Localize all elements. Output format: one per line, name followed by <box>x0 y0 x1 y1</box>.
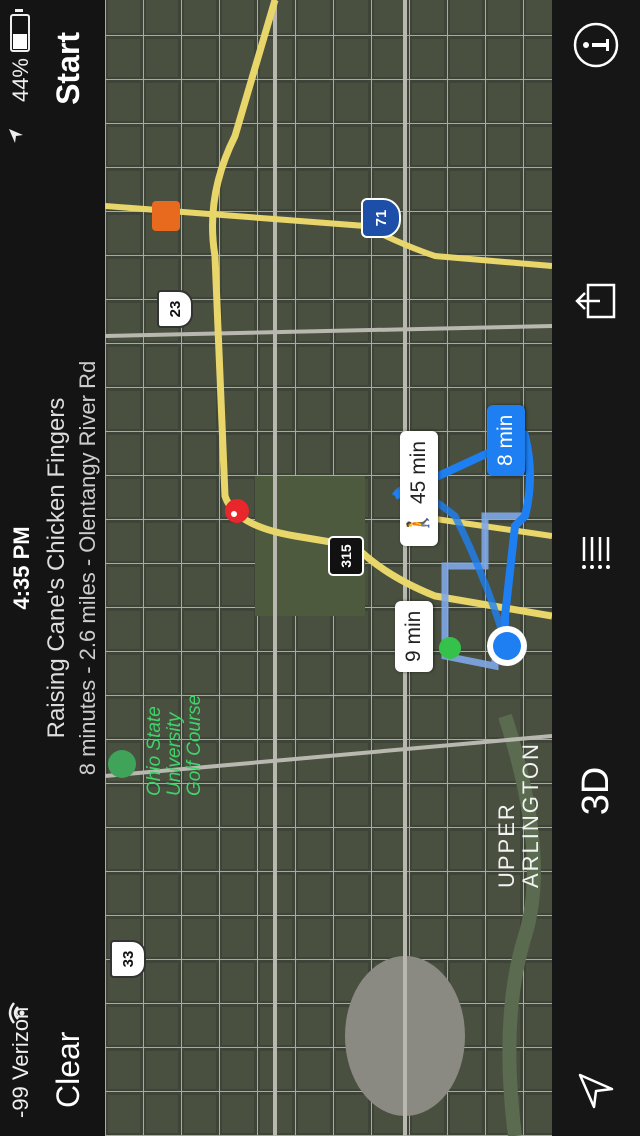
start-pin[interactable] <box>439 637 461 659</box>
i-71-shield: 71 <box>361 198 401 238</box>
map-view[interactable]: 33 23 315 71 Ohio State University Golf … <box>105 0 552 1136</box>
info-icon[interactable] <box>552 10 640 80</box>
shopping-icon <box>152 201 180 231</box>
destination-name: Raising Cane's Chicken Fingers <box>43 397 70 739</box>
destination-pin[interactable] <box>225 499 249 523</box>
golf-course-label-line3: Golf Course <box>184 694 205 796</box>
golf-course-label-line2: University <box>164 712 185 796</box>
landscape-view: -99 Verizon 4:35 PM 44% Clear Raising Ca… <box>0 0 640 1136</box>
neighborhood-label-line2: ARLINGTON <box>518 742 543 888</box>
primary-route-callout[interactable]: 8 min <box>487 404 525 476</box>
battery-tip <box>15 9 23 12</box>
list-icon[interactable] <box>552 516 640 586</box>
alt-route-callout[interactable]: 9 min <box>395 600 433 672</box>
screen: -99 Verizon 4:35 PM 44% Clear Raising Ca… <box>0 0 640 1136</box>
neighborhood-label: UPPER ARLINGTON <box>494 742 543 888</box>
location-arrow-icon[interactable] <box>552 1056 640 1126</box>
status-time: 4:35 PM <box>9 526 34 610</box>
walk-time-label: 45 min <box>407 440 430 504</box>
walking-time-callout[interactable]: 🚶 45 min <box>400 430 438 546</box>
battery-percent: 44% <box>8 58 33 103</box>
battery-icon <box>10 14 30 52</box>
3d-button[interactable]: 3D <box>552 746 640 836</box>
bottom-toolbar: 3D <box>552 0 640 1136</box>
us-33-shield: 33 <box>110 940 146 978</box>
share-icon[interactable] <box>552 266 640 336</box>
route-summary: 8 minutes - 2.6 miles - Olentangy River … <box>75 360 100 776</box>
header: -99 Verizon 4:35 PM 44% Clear Raising Ca… <box>0 0 105 1136</box>
sr-315-shield: 315 <box>328 536 364 576</box>
neighborhood-label-line1: UPPER <box>494 802 519 888</box>
us-23-shield: 23 <box>157 290 193 328</box>
golf-course-label: Ohio State University Golf Course <box>144 694 205 796</box>
location-services-icon <box>8 128 29 144</box>
start-button[interactable]: Start <box>50 32 87 105</box>
golf-course-icon <box>108 750 136 778</box>
golf-course-label-line1: Ohio State <box>144 706 165 796</box>
walk-icon: 🚶 <box>407 509 430 536</box>
